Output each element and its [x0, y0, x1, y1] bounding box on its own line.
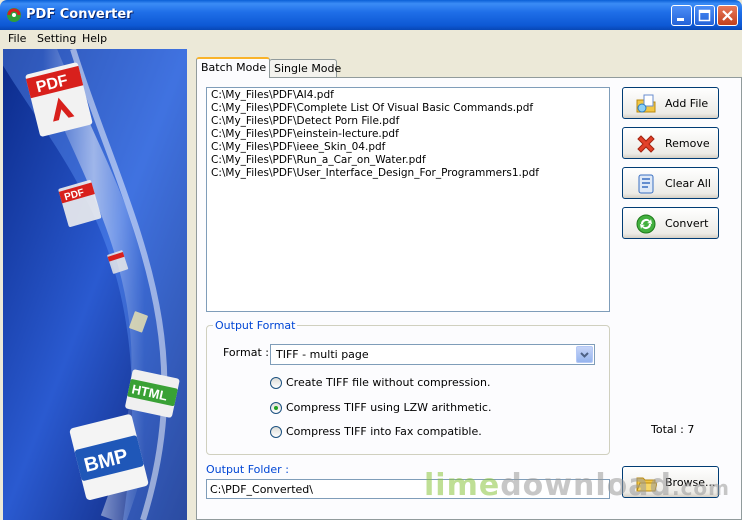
- menu-bar: File Setting Help: [0, 30, 742, 49]
- close-icon: [722, 10, 733, 21]
- minimize-button[interactable]: [671, 5, 692, 26]
- output-folder-label: Output Folder :: [206, 463, 289, 476]
- radio-label: Create TIFF file without compression.: [286, 376, 491, 389]
- app-icon: [7, 8, 21, 22]
- list-item[interactable]: C:\My_Files\PDF\AI4.pdf: [211, 89, 605, 102]
- radio-button[interactable]: [270, 426, 282, 438]
- list-item[interactable]: C:\My_Files\PDF\Complete List Of Visual …: [211, 102, 605, 115]
- convert-button[interactable]: Convert: [622, 207, 719, 239]
- browse-button[interactable]: Browse...: [622, 466, 719, 498]
- chevron-down-icon: [580, 352, 589, 358]
- clear-all-label: Clear All: [665, 177, 711, 190]
- menu-setting[interactable]: Setting: [37, 32, 76, 45]
- tab-single-mode[interactable]: Single Mode: [269, 59, 341, 77]
- menu-help[interactable]: Help: [82, 32, 107, 45]
- radio-button[interactable]: [270, 377, 282, 389]
- add-file-button[interactable]: Add File: [622, 87, 719, 119]
- format-select[interactable]: TIFF - multi page: [270, 344, 595, 365]
- list-item[interactable]: C:\My_Files\PDF\einstein-lecture.pdf: [211, 128, 605, 141]
- list-item[interactable]: C:\My_Files\PDF\Run_a_Car_on_Water.pdf: [211, 154, 605, 167]
- remove-icon: [637, 135, 655, 153]
- add-file-label: Add File: [665, 97, 709, 110]
- maximize-button[interactable]: [694, 5, 715, 26]
- radio-dot: [274, 406, 278, 410]
- radio-label: Compress TIFF using LZW arithmetic.: [286, 401, 492, 414]
- sidebar-banner: PDF PDF HTML BMP: [3, 49, 187, 520]
- radio-button-checked[interactable]: [270, 402, 282, 414]
- menu-file[interactable]: File: [8, 32, 26, 45]
- list-item[interactable]: C:\My_Files\PDF\Detect Porn File.pdf: [211, 115, 605, 128]
- total-count: Total : 7: [651, 423, 695, 436]
- remove-button[interactable]: Remove: [622, 127, 719, 159]
- app-window: PDF Converter File Setting Help PDF PDF …: [0, 0, 742, 520]
- format-selected-value: TIFF - multi page: [276, 348, 369, 361]
- window-title: PDF Converter: [26, 7, 133, 22]
- output-format-title: Output Format: [213, 319, 298, 332]
- dropdown-arrow[interactable]: [576, 346, 593, 363]
- close-button[interactable]: [717, 5, 738, 26]
- clear-all-button[interactable]: Clear All: [622, 167, 719, 199]
- remove-label: Remove: [665, 137, 710, 150]
- file-list[interactable]: C:\My_Files\PDF\AI4.pdf C:\My_Files\PDF\…: [206, 87, 610, 312]
- convert-icon: [636, 214, 656, 234]
- tab-batch-mode[interactable]: Batch Mode: [196, 57, 270, 78]
- output-folder-input[interactable]: C:\PDF_Converted\: [206, 479, 610, 499]
- minimize-icon: [677, 18, 684, 21]
- folder-icon: [636, 477, 657, 492]
- output-folder-value: C:\PDF_Converted\: [210, 483, 313, 496]
- radio-label: Compress TIFF into Fax compatible.: [286, 425, 482, 438]
- maximize-icon: [698, 9, 711, 22]
- list-item[interactable]: C:\My_Files\PDF\ieee_Skin_04.pdf: [211, 141, 605, 154]
- add-file-icon: [636, 94, 656, 113]
- browse-label: Browse...: [665, 476, 716, 489]
- format-label: Format :: [223, 346, 269, 359]
- list-item[interactable]: C:\My_Files\PDF\User_Interface_Design_Fo…: [211, 167, 605, 180]
- title-bar[interactable]: PDF Converter: [0, 0, 742, 30]
- clear-all-icon: [638, 174, 654, 194]
- convert-label: Convert: [665, 217, 709, 230]
